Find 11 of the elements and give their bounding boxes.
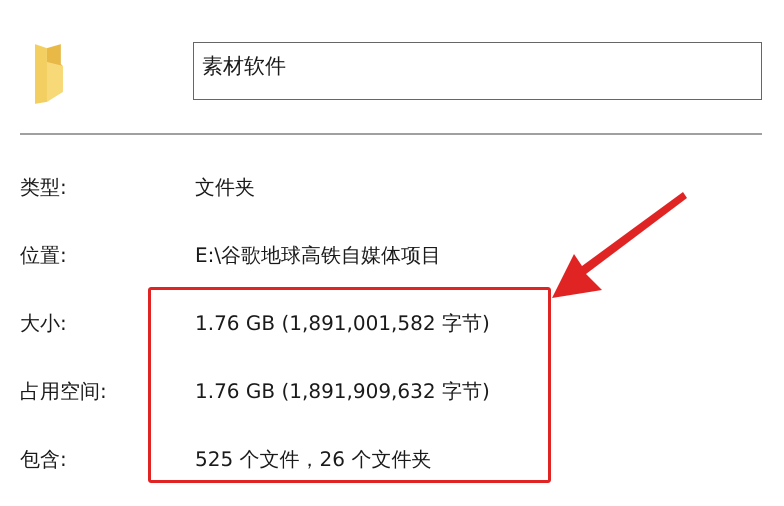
property-label: 大小:: [20, 310, 68, 337]
property-label: 位置:: [20, 242, 68, 269]
property-label: 类型:: [20, 174, 68, 201]
property-label: 包含:: [20, 446, 68, 473]
property-value: 文件夹: [195, 174, 255, 201]
folder-name-field[interactable]: 素材软件: [192, 42, 762, 100]
property-value: 1.76 GB (1,891,001,582 字节): [195, 310, 490, 337]
property-value: 525 个文件，26 个文件夹: [195, 446, 432, 473]
property-value: E:\谷歌地球高铁自媒体项目: [195, 242, 442, 269]
property-value: 1.76 GB (1,891,909,632 字节): [195, 378, 490, 405]
property-label: 占用空间:: [20, 378, 108, 405]
